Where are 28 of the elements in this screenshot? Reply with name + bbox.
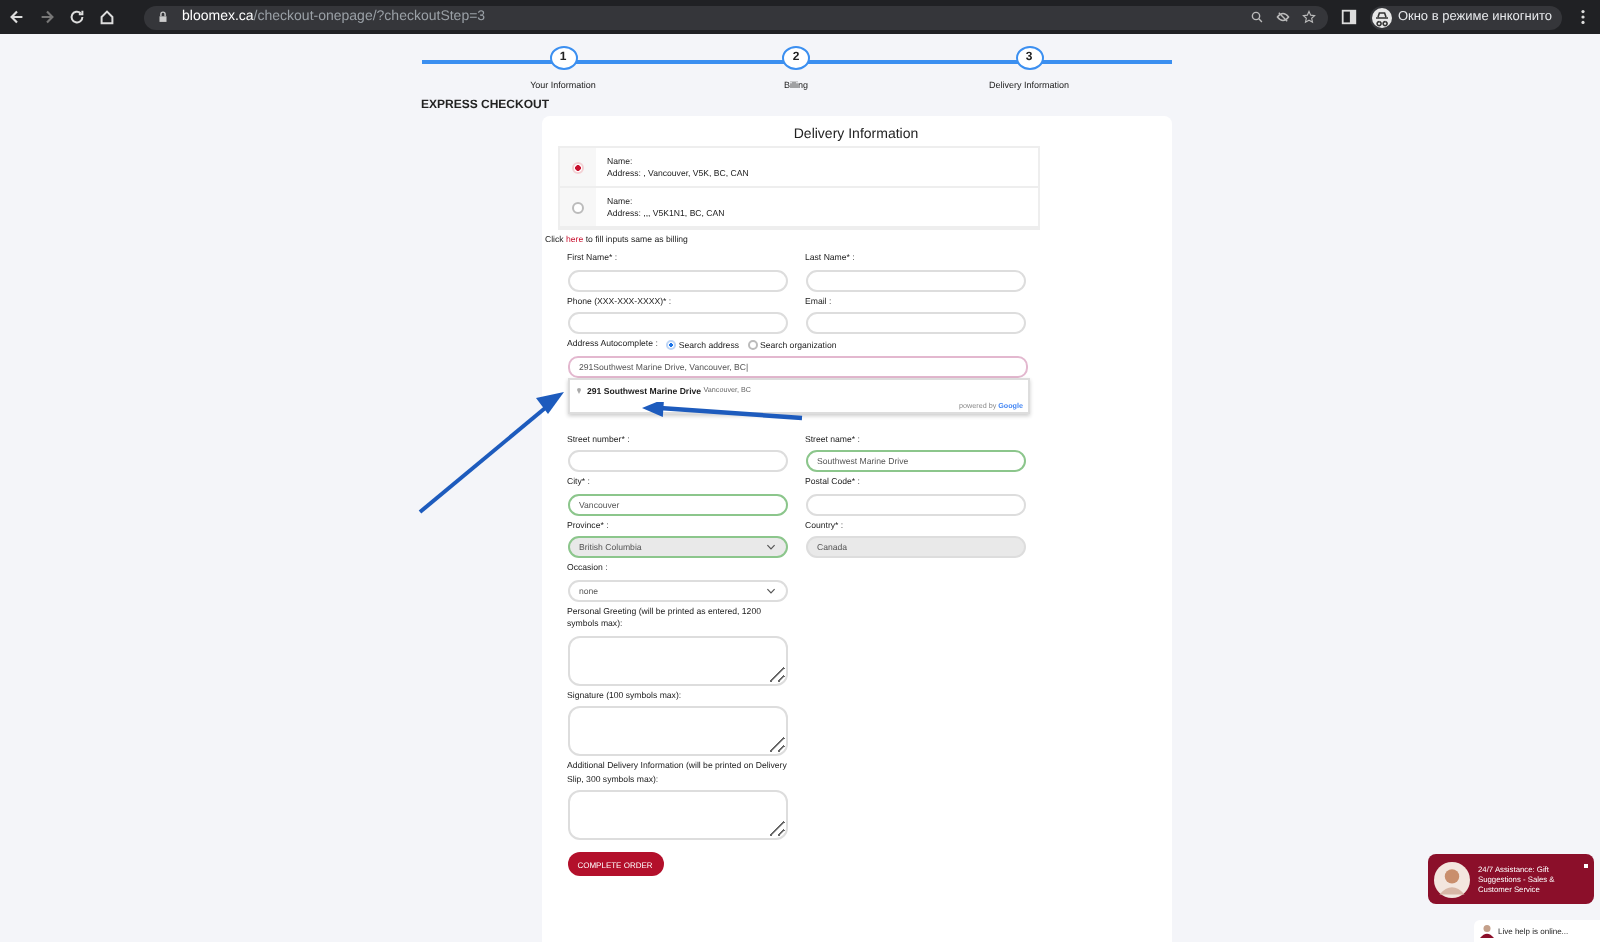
text-area[interactable] bbox=[567, 635, 787, 685]
zoom-icon[interactable] bbox=[1249, 10, 1264, 24]
eye-slash-icon[interactable] bbox=[1275, 10, 1290, 24]
reload-icon[interactable] bbox=[68, 8, 86, 26]
incognito-icon bbox=[1371, 7, 1392, 27]
forward-icon[interactable] bbox=[38, 8, 56, 26]
pin-icon bbox=[575, 386, 581, 394]
address-radio[interactable] bbox=[571, 201, 583, 213]
text-field[interactable] bbox=[805, 493, 1025, 515]
text-field[interactable] bbox=[805, 312, 1025, 334]
lock-icon bbox=[156, 10, 170, 24]
chevron-icon bbox=[765, 544, 775, 550]
text-field[interactable] bbox=[567, 269, 787, 291]
text-field[interactable] bbox=[567, 450, 787, 472]
search-type-radio[interactable] bbox=[747, 339, 757, 350]
star-icon[interactable] bbox=[1301, 10, 1316, 24]
text-area[interactable] bbox=[567, 706, 787, 756]
home-icon[interactable] bbox=[98, 8, 116, 26]
chevron-icon bbox=[765, 587, 775, 593]
back-icon[interactable] bbox=[8, 8, 26, 26]
person-icon bbox=[1480, 924, 1494, 938]
address-radio[interactable] bbox=[571, 161, 583, 173]
search-type-radio[interactable] bbox=[665, 339, 676, 350]
text-field[interactable] bbox=[805, 269, 1025, 291]
side-panel-icon[interactable] bbox=[1339, 8, 1358, 26]
text-area[interactable] bbox=[567, 790, 787, 840]
avatar-icon bbox=[1434, 861, 1470, 897]
text-field[interactable] bbox=[567, 312, 787, 334]
